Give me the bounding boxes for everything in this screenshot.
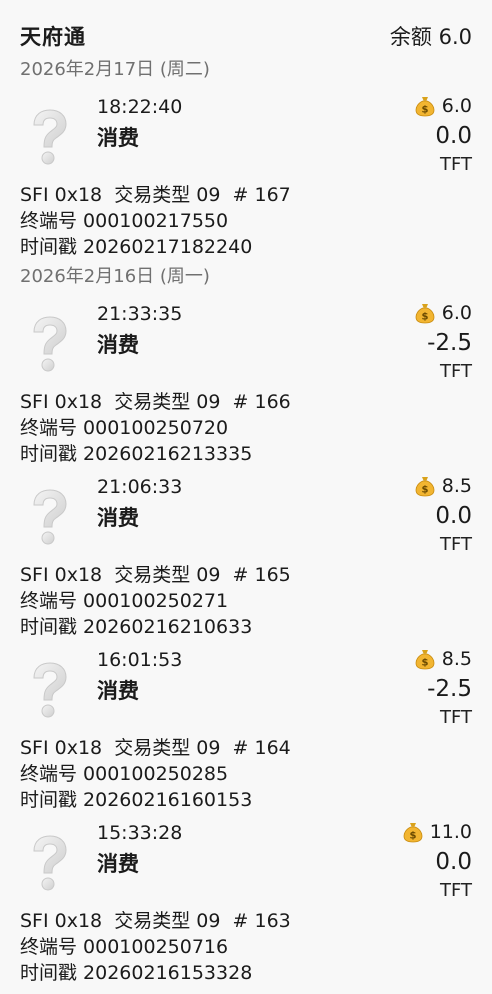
transaction-timestamp-line: 时间戳 20260217182240 xyxy=(20,236,253,258)
money-bag-icon: $ xyxy=(415,477,435,497)
transaction-balance: $ 11.0 xyxy=(402,821,472,843)
transaction-balance: $ 8.5 xyxy=(414,475,472,497)
transaction-unit: TFT xyxy=(439,880,472,901)
question-mark-icon xyxy=(33,835,67,891)
transaction-unit: TFT xyxy=(439,361,472,382)
transaction-timestamp-line: 时间戳 20260216213335 xyxy=(20,443,253,465)
money-bag-icon: $ xyxy=(415,97,435,117)
transaction-terminal-line: 终端号 000100217550 xyxy=(20,210,229,232)
transaction-unit: TFT xyxy=(439,154,472,175)
transaction-unit: TFT xyxy=(439,707,472,728)
transaction-timestamp-line: 时间戳 20260216160153 xyxy=(20,789,253,811)
svg-text:$: $ xyxy=(421,105,428,116)
question-mark-icon xyxy=(33,316,67,372)
transaction-balance-value: 8.5 xyxy=(441,475,472,497)
transaction-amount: 0.0 xyxy=(435,503,472,529)
transaction-time: 18:22:40 xyxy=(97,96,183,118)
transaction-type: 消费 xyxy=(97,506,139,530)
transaction-time: 16:01:53 xyxy=(97,649,183,671)
date-header: 2026年2月17日 (周二) xyxy=(20,59,210,80)
transaction-item[interactable]: 15:33:28 消费 $ 11.0 0.0 TFT SFI 0x18 交易类型… xyxy=(0,820,492,993)
transaction-type: 消费 xyxy=(97,679,139,703)
transaction-timestamp-line: 时间戳 20260216210633 xyxy=(20,616,253,638)
svg-text:$: $ xyxy=(421,312,428,323)
transaction-list: 2026年2月17日 (周二) 18:22:40 消费 $ 6.0 0.0 TF… xyxy=(0,60,492,993)
transaction-amount: 0.0 xyxy=(435,123,472,149)
transaction-balance: $ 8.5 xyxy=(414,648,472,670)
transaction-terminal-line: 终端号 000100250716 xyxy=(20,936,229,958)
transaction-amount: 0.0 xyxy=(435,849,472,875)
transaction-item[interactable]: 16:01:53 消费 $ 8.5 -2.5 TFT SFI 0x18 交易类型… xyxy=(0,647,492,820)
transaction-type: 消费 xyxy=(97,333,139,357)
svg-text:$: $ xyxy=(421,485,428,496)
transaction-terminal-line: 终端号 000100250271 xyxy=(20,590,229,612)
money-bag-icon: $ xyxy=(403,823,423,843)
transaction-balance-value: 8.5 xyxy=(441,648,472,670)
svg-text:$: $ xyxy=(421,658,428,669)
transaction-terminal-line: 终端号 000100250285 xyxy=(20,763,229,785)
transaction-balance-value: 11.0 xyxy=(429,821,472,843)
date-header: 2026年2月16日 (周一) xyxy=(20,266,210,287)
question-mark-icon xyxy=(33,109,67,165)
transaction-amount: -2.5 xyxy=(427,330,472,356)
transaction-balance: $ 6.0 xyxy=(414,302,472,324)
transaction-sfi-line: SFI 0x18 交易类型 09 # 163 xyxy=(20,910,291,932)
svg-text:$: $ xyxy=(409,831,416,842)
transaction-balance-value: 6.0 xyxy=(441,95,472,117)
transaction-type: 消费 xyxy=(97,852,139,876)
transaction-time: 21:06:33 xyxy=(97,476,183,498)
transaction-time: 15:33:28 xyxy=(97,822,183,844)
transaction-type: 消费 xyxy=(97,126,139,150)
transaction-amount: -2.5 xyxy=(427,676,472,702)
card-balance: 余额 6.0 xyxy=(389,25,472,49)
transaction-time: 21:33:35 xyxy=(97,303,183,325)
transaction-timestamp-line: 时间戳 20260216153328 xyxy=(20,962,253,984)
app-header: 天府通 余额 6.0 xyxy=(0,0,492,64)
app-title: 天府通 xyxy=(20,25,86,49)
transaction-item[interactable]: 21:33:35 消费 $ 6.0 -2.5 TFT SFI 0x18 交易类型… xyxy=(0,301,492,474)
transaction-unit: TFT xyxy=(439,534,472,555)
question-mark-icon xyxy=(33,662,67,718)
money-bag-icon: $ xyxy=(415,304,435,324)
transaction-balance: $ 6.0 xyxy=(414,95,472,117)
transaction-balance-value: 6.0 xyxy=(441,302,472,324)
transaction-item[interactable]: 18:22:40 消费 $ 6.0 0.0 TFT SFI 0x18 交易类型 … xyxy=(0,94,492,267)
transaction-sfi-line: SFI 0x18 交易类型 09 # 165 xyxy=(20,564,291,586)
transaction-item[interactable]: 21:06:33 消费 $ 8.5 0.0 TFT SFI 0x18 交易类型 … xyxy=(0,474,492,647)
transaction-terminal-line: 终端号 000100250720 xyxy=(20,417,229,439)
question-mark-icon xyxy=(33,489,67,545)
transaction-sfi-line: SFI 0x18 交易类型 09 # 167 xyxy=(20,184,291,206)
money-bag-icon: $ xyxy=(415,650,435,670)
transaction-sfi-line: SFI 0x18 交易类型 09 # 166 xyxy=(20,391,291,413)
transaction-sfi-line: SFI 0x18 交易类型 09 # 164 xyxy=(20,737,291,759)
